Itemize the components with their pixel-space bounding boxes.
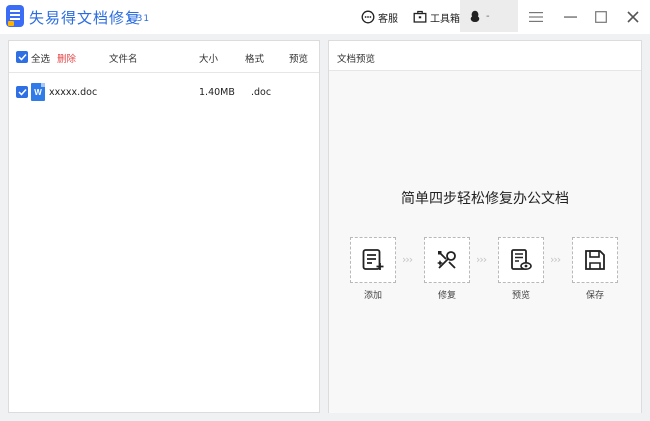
- preview-body: 简单四步轻松修复办公文档 添加 ››› 修复 ››› 预览 ››› 保存: [329, 71, 641, 413]
- step-preview: 预览: [498, 237, 544, 301]
- title-bar: 失易得文档修复 1.31 客服 工具箱 -: [0, 0, 650, 34]
- delete-button[interactable]: 删除: [57, 51, 76, 65]
- file-list-header: 全选 删除 文件名 大小 格式 预览: [9, 41, 319, 73]
- account-menu[interactable]: -: [460, 0, 518, 32]
- customer-service-label: 客服: [378, 13, 398, 25]
- account-label: -: [486, 10, 490, 22]
- file-name: xxxxx.doc: [49, 87, 98, 98]
- select-all-label[interactable]: 全选: [31, 51, 50, 65]
- step-save: 保存: [572, 237, 618, 301]
- customer-service-button[interactable]: 客服: [361, 7, 398, 27]
- toolbox-button[interactable]: 工具箱: [413, 7, 460, 27]
- step-save-label: 保存: [585, 291, 604, 301]
- file-size: 1.40MB: [199, 87, 235, 98]
- intro-text: 简单四步轻松修复办公文档: [401, 191, 569, 207]
- file-format: .doc: [251, 87, 272, 98]
- repair-tools-icon: [437, 251, 456, 269]
- toolbox-label: 工具箱: [430, 13, 460, 25]
- column-header-format: 格式: [245, 54, 265, 65]
- step-preview-label: 预览: [511, 291, 530, 301]
- column-header-preview: 预览: [289, 54, 309, 65]
- step-arrow-icon: ›››: [402, 253, 413, 266]
- app-version: 1.31: [126, 14, 151, 24]
- step-repair-box: [424, 237, 470, 283]
- chat-bubble-icon: [361, 10, 375, 24]
- step-arrow-icon: ›››: [476, 253, 487, 266]
- step-repair-label: 修复: [437, 291, 456, 301]
- maximize-icon: [595, 11, 607, 23]
- app-title: 失易得文档修复: [29, 9, 142, 27]
- close-icon: [627, 11, 639, 23]
- step-repair: 修复: [424, 237, 470, 301]
- close-button[interactable]: [624, 8, 642, 26]
- file-row-checkbox[interactable]: [16, 86, 28, 98]
- minimize-icon: [563, 16, 577, 18]
- step-save-box: [572, 237, 618, 283]
- checkmark-icon: [17, 88, 27, 96]
- step-arrow-icon: ›››: [550, 253, 561, 266]
- column-header-size: 大小: [199, 54, 219, 65]
- checkmark-icon: [17, 53, 27, 61]
- preview-title: 文档预览: [329, 41, 641, 71]
- step-add-box: [350, 237, 396, 283]
- file-list-panel: 全选 删除 文件名 大小 格式 预览 W xxxxx.doc 1.40MB .d…: [8, 40, 320, 413]
- preview-panel: 文档预览 简单四步轻松修复办公文档 添加 ››› 修复 ››› 预览 ››› 保…: [328, 40, 642, 413]
- maximize-button[interactable]: [592, 8, 610, 26]
- column-header-name: 文件名: [109, 54, 138, 65]
- menu-button[interactable]: [527, 8, 545, 26]
- hamburger-icon: [529, 12, 543, 22]
- qq-penguin-icon: [470, 10, 480, 22]
- toolbox-icon: [413, 10, 427, 23]
- add-document-icon: [362, 249, 384, 270]
- step-add-label: 添加: [363, 291, 382, 301]
- save-disk-icon: [585, 250, 605, 270]
- step-add: 添加: [350, 237, 396, 301]
- word-doc-icon: W: [31, 83, 45, 101]
- select-all-checkbox[interactable]: [16, 51, 28, 63]
- minimize-button[interactable]: [561, 8, 579, 26]
- file-row[interactable]: W xxxxx.doc 1.40MB .doc: [9, 81, 319, 105]
- step-preview-box: [498, 237, 544, 283]
- preview-document-icon: [511, 249, 532, 271]
- app-logo-icon: [6, 5, 24, 27]
